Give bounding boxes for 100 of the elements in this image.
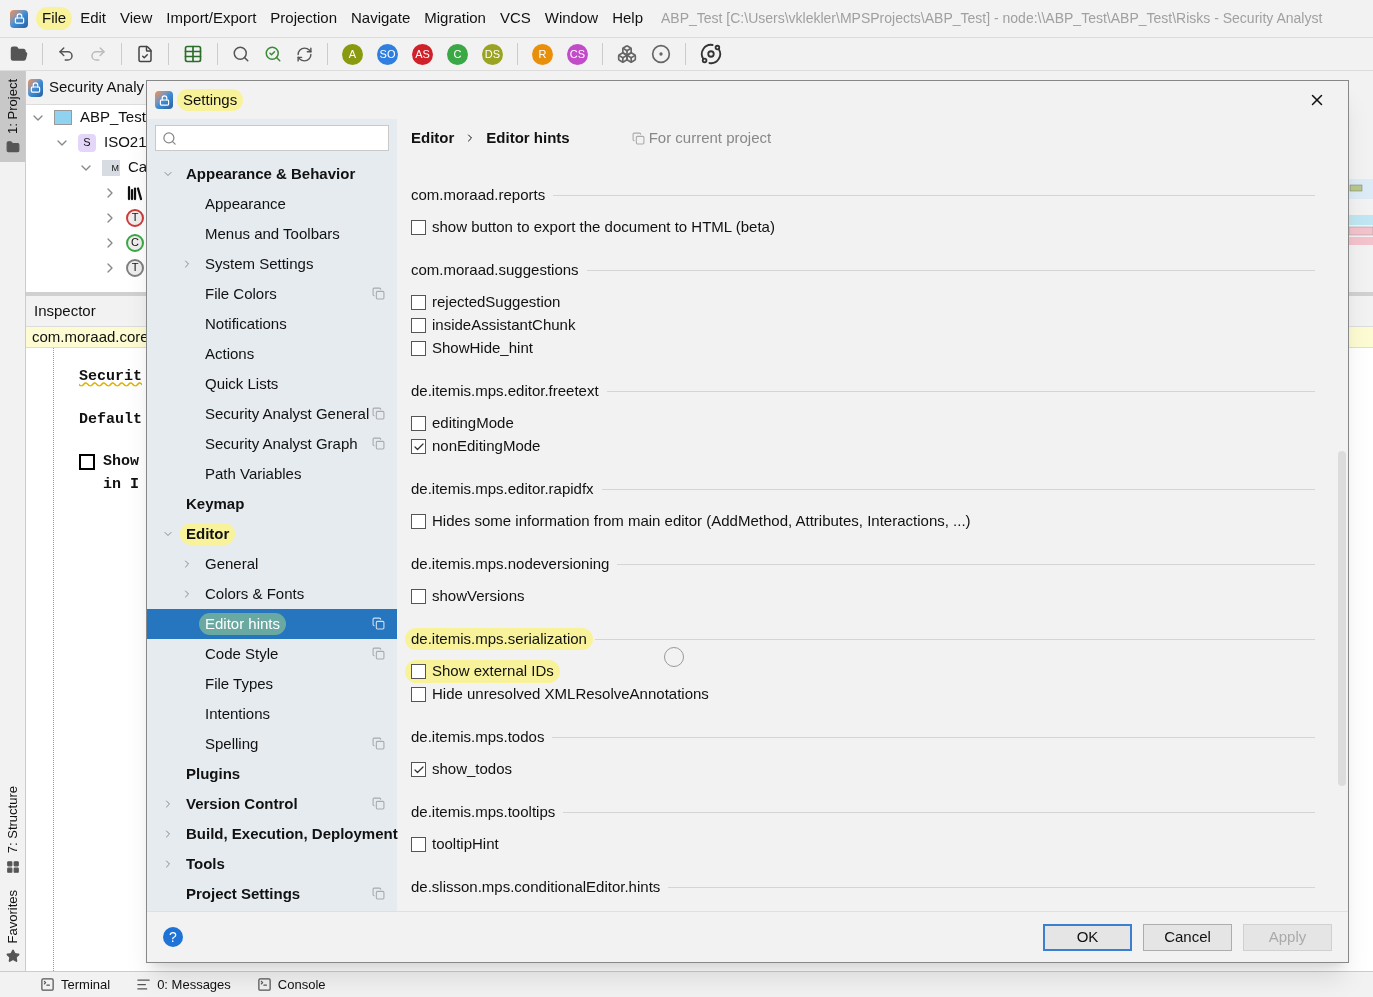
tool-window-button[interactable]: Terminal	[40, 974, 111, 995]
settings-nav-item[interactable]: File Colors	[147, 279, 397, 309]
panel-title: Security Analy	[48, 77, 144, 98]
structure-icon	[5, 859, 20, 874]
breadcrumb-item: Editor hints	[486, 127, 570, 148]
settings-nav-item[interactable]: Appearance & Behavior	[147, 159, 397, 189]
document-check-icon[interactable]	[136, 45, 154, 63]
settings-nav-item[interactable]: File Types	[147, 669, 397, 699]
language-button[interactable]: CS	[567, 43, 588, 65]
checkbox[interactable]	[411, 416, 426, 431]
settings-nav-item[interactable]: Keymap	[147, 489, 397, 519]
dialog-title: Settings	[177, 88, 244, 112]
app-logo-icon	[10, 9, 28, 28]
settings-nav-item[interactable]: Tools	[147, 849, 397, 879]
checkbox[interactable]	[411, 687, 426, 702]
settings-nav-item[interactable]: System Settings	[147, 249, 397, 279]
settings-nav-item[interactable]: Code Style	[147, 639, 397, 669]
checkbox[interactable]	[411, 762, 426, 777]
section-title: de.itemis.mps.editor.freetext	[410, 380, 600, 401]
settings-nav-item[interactable]: Actions	[147, 339, 397, 369]
dialog-button[interactable]: OK	[1043, 923, 1132, 951]
option-label: Hide unresolved XMLResolveAnnotations	[432, 684, 709, 705]
option-label: nonEditingMode	[432, 436, 541, 457]
app-logo-icon	[28, 78, 43, 97]
menu-item[interactable]: Navigate	[345, 7, 417, 30]
option-label: rejectedSuggestion	[432, 292, 561, 313]
checkbox[interactable]	[411, 318, 426, 333]
window-title: ABP_Test [C:\Users\vklekler\MPSProjects\ABP_Test] - node:\\ABP_Test\ABP_Test\Risks - Security Analyst	[661, 9, 1323, 28]
option-label: Hides some information from main editor (AddMethod, Attributes, Interactions, ...)	[432, 511, 971, 532]
checkbox[interactable]	[411, 837, 426, 852]
settings-nav-item[interactable]: Intentions	[147, 699, 397, 729]
undo-icon[interactable]	[57, 45, 75, 63]
solution-icon: S	[78, 133, 96, 152]
settings-nav-item[interactable]: Spelling	[147, 729, 397, 759]
settings-nav-item[interactable]: Editor	[147, 519, 397, 549]
help-icon[interactable]: ?	[163, 927, 183, 947]
checkbox[interactable]	[411, 220, 426, 235]
breadcrumb-item: Editor	[411, 127, 455, 148]
settings-nav-item[interactable]: Plugins	[147, 759, 397, 789]
checkbox[interactable]	[411, 341, 426, 356]
library-icon	[126, 183, 144, 202]
checkbox[interactable]	[411, 295, 426, 310]
menu-item[interactable]: View	[114, 7, 159, 30]
option-label: Show external IDs	[432, 661, 554, 682]
menu-item[interactable]: File	[36, 7, 73, 30]
section-title: de.itemis.mps.tooltips	[410, 801, 557, 822]
settings-nav-item[interactable]: Menus and Toolbars	[147, 219, 397, 249]
menu-item[interactable]: Import/Export	[160, 7, 263, 30]
folder-icon	[5, 139, 20, 154]
settings-nav-item[interactable]: Colors & Fonts	[147, 579, 397, 609]
menu-item[interactable]: VCS	[493, 7, 537, 30]
tool-window-tab[interactable]: 7: Structure	[0, 778, 25, 882]
option-label: ShowHide_hint	[432, 338, 533, 359]
search-icon[interactable]	[232, 45, 250, 63]
tool-window-button[interactable]: 0: Messages	[136, 974, 231, 995]
menu-item[interactable]: Window	[538, 7, 605, 30]
menu-item[interactable]: Help	[606, 7, 649, 30]
open-folder-icon[interactable]	[10, 45, 28, 63]
checkbox[interactable]	[411, 664, 426, 679]
search-check-icon[interactable]	[264, 45, 282, 63]
tool-window-label: Favorites	[3, 889, 21, 943]
settings-nav-item[interactable]: General	[147, 549, 397, 579]
settings-nav-item[interactable]: Project Settings	[147, 879, 397, 909]
section-title: com.moraad.reports	[410, 184, 547, 205]
settings-nav-item[interactable]: Notifications	[147, 309, 397, 339]
settings-nav-item[interactable]: Quick Lists	[147, 369, 397, 399]
concept-icon: T	[126, 258, 144, 277]
option-label: show_todos	[432, 759, 513, 780]
tool-window-button[interactable]: Console	[256, 974, 326, 995]
table-icon[interactable]	[183, 44, 203, 64]
settings-nav-item[interactable]: Security Analyst Graph	[147, 429, 397, 459]
option-label: editingMode	[432, 413, 514, 434]
tool-window-tab[interactable]: Favorites	[0, 881, 25, 971]
menu-item[interactable]: Migration	[418, 7, 492, 30]
language-button[interactable]: AS	[412, 43, 433, 65]
section-title: de.itemis.mps.todos	[410, 726, 546, 747]
settings-nav-item[interactable]: Appearance	[147, 189, 397, 219]
terminal-icon	[256, 977, 272, 992]
settings-nav-item[interactable]: Build, Execution, Deployment	[147, 819, 397, 849]
scope-label: For current project	[648, 127, 772, 148]
search-field[interactable]	[155, 125, 389, 151]
language-button[interactable]: SO	[377, 43, 398, 65]
checkbox[interactable]	[411, 439, 426, 454]
settings-nav-item[interactable]: Version Control	[147, 789, 397, 819]
checkbox[interactable]	[411, 589, 426, 604]
tree-item[interactable]: ISO21	[104, 131, 146, 154]
settings-nav-item[interactable]: Security Analyst General	[147, 399, 397, 429]
settings-nav-item[interactable]: Path Variables	[147, 459, 397, 489]
menu-item[interactable]: Edit	[74, 7, 113, 30]
section-title: de.itemis.mps.editor.rapidfx	[410, 478, 595, 499]
dialog-button[interactable]: Cancel	[1143, 923, 1232, 951]
messages-icon	[136, 977, 152, 992]
app-logo-icon	[155, 91, 173, 109]
tool-window-label: 1: Project	[3, 79, 21, 134]
menu-item[interactable]: Projection	[264, 7, 343, 30]
checkbox[interactable]	[411, 514, 426, 529]
refresh-icon[interactable]	[296, 45, 313, 63]
checkbox[interactable]	[79, 454, 95, 471]
tree-item[interactable]: ABP_Test	[80, 106, 146, 129]
tool-window-tab[interactable]: 1: Project	[0, 71, 25, 162]
